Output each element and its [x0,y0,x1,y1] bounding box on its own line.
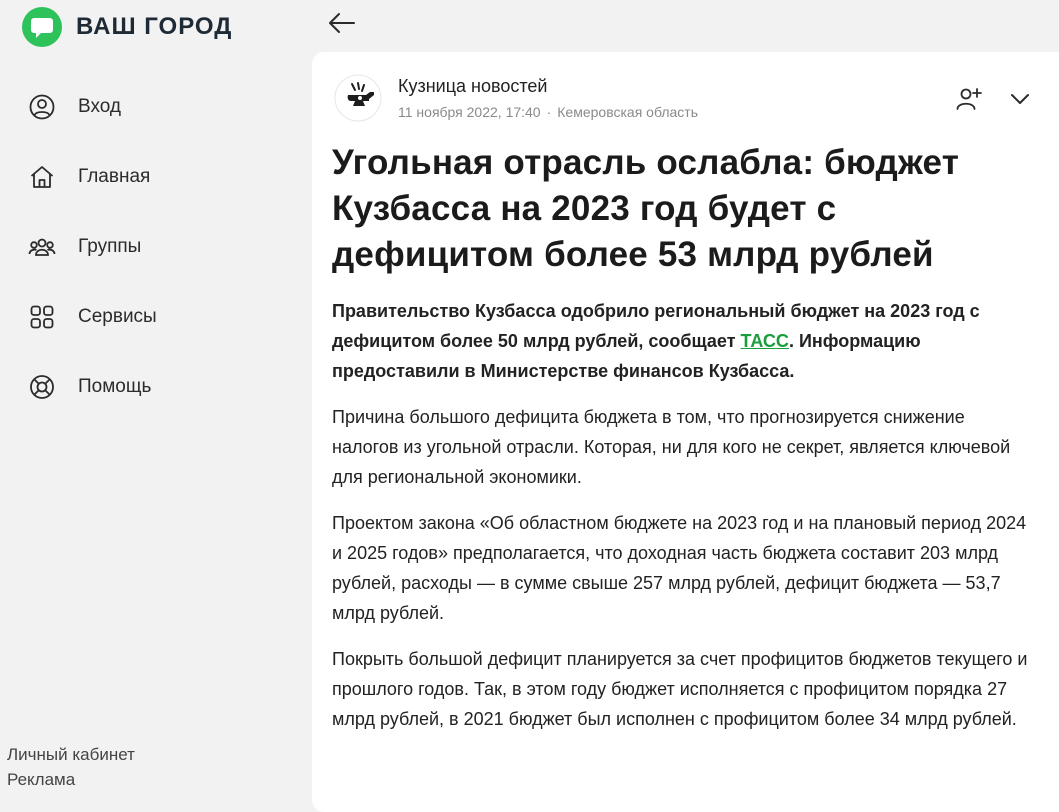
tass-source-link[interactable]: ТАСС [741,331,789,351]
article-paragraph: Покрыть большой дефицит планируется за с… [332,649,1028,729]
lifebuoy-icon [28,373,56,401]
article-title: Угольная отрасль ослабла: бюджет Кузбасс… [332,143,960,274]
user-plus-icon [956,88,982,110]
sidebar: ВАШ ГОРОД Вход Главная Группы Сервисы По… [0,0,300,798]
sidebar-footer: Личный кабинет Реклама [7,742,135,792]
logo-icon [22,7,62,47]
user-circle-icon [28,93,56,121]
region-tag[interactable]: Кемеровская область [557,104,698,120]
article-paragraph: Проектом закона «Об областном бюджете на… [332,513,1027,623]
advertising-link[interactable]: Реклама [7,767,135,792]
article-paragraph: Причина большого дефицита бюджета в том,… [332,407,1011,487]
author-name[interactable]: Кузница новостей [398,76,547,97]
logo-text: ВАШ ГОРОД [76,13,233,40]
chevron-down-icon [1011,94,1029,104]
publish-date: 11 ноября 2022, 17:40 [398,104,541,120]
back-button[interactable] [327,8,357,38]
sidebar-item-label: Сервисы [78,306,157,327]
sidebar-item-label: Группы [78,236,142,257]
meta-separator: · [546,104,552,120]
more-options-button[interactable] [1005,84,1035,114]
article-lead: Правительство Кузбасса одобрило регионал… [332,296,1032,386]
sidebar-item-services[interactable]: Сервисы [28,299,157,335]
arrow-left-icon [329,13,355,33]
sidebar-item-login[interactable]: Вход [28,89,157,125]
sidebar-item-home[interactable]: Главная [28,159,157,195]
article-card: Кузница новостей 11 ноября 2022, 17:40 · К… [312,52,1059,812]
article-body: Правительство Кузбасса одобрило регионал… [332,296,1032,750]
personal-account-link[interactable]: Личный кабинет [7,742,135,767]
sidebar-item-label: Помощь [78,376,152,397]
sidebar-item-label: Главная [78,166,151,187]
grid-icon [28,303,56,331]
author-row: Кузница новостей 11 ноября 2022, 17:40 · К… [334,74,1044,124]
sidebar-item-groups[interactable]: Группы [28,229,157,265]
sidebar-item-label: Вход [78,96,121,117]
article-meta: 11 ноября 2022, 17:40 · Кемеровская област… [398,104,698,120]
site-logo[interactable]: ВАШ ГОРОД [22,6,232,48]
anvil-logo-icon [334,74,382,122]
group-icon [28,233,56,261]
sidebar-item-help[interactable]: Помощь [28,369,157,405]
home-icon [28,163,56,191]
sidebar-nav: Вход Главная Группы Сервисы Помощь [28,89,157,439]
subscribe-button[interactable] [954,84,984,114]
author-avatar[interactable] [334,74,382,122]
